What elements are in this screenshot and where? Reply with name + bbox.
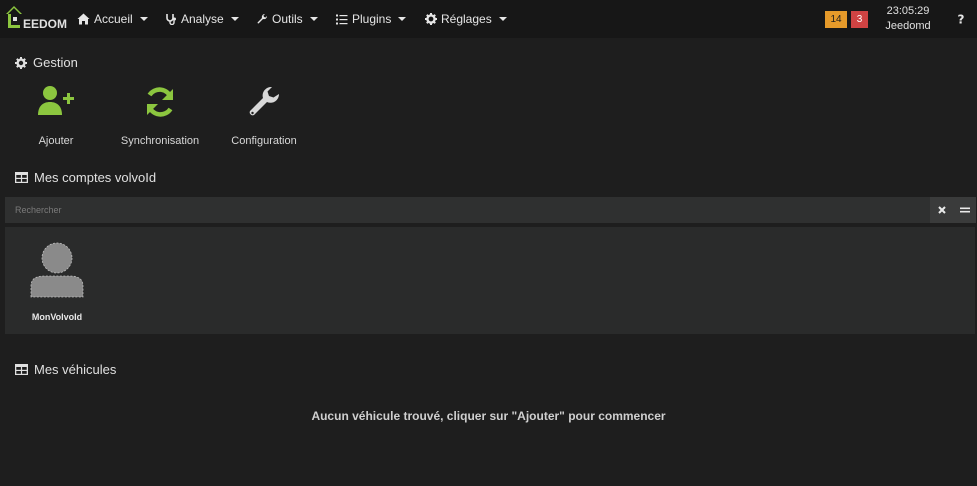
svg-text:?: ? [958,13,965,27]
table-icon [15,364,28,375]
clock-hostname: 23:05:29 Jeedomd [879,4,937,34]
sync-button-label: Synchronisation [120,135,200,147]
gestion-title-text: Gestion [33,55,78,70]
help-icon[interactable]: ? [954,12,968,27]
accounts-container: MonVolvoId [5,227,975,334]
chevron-down-icon [398,17,407,21]
display-mode-button[interactable] [953,197,976,223]
menu-plugins[interactable]: Plugins [336,11,407,27]
user-avatar-icon [30,242,84,298]
sync-button[interactable]: Synchronisation [117,84,203,147]
clock-time: 23:05:29 [886,5,930,17]
empty-vehicles-message: Aucun véhicule trouvé, cliquer sur "Ajou… [311,409,666,423]
table-icon [15,172,28,183]
gestion-title: Gestion [15,55,78,70]
wrench-icon [249,86,280,116]
chevron-down-icon [139,17,148,21]
menu-plugins-label: Plugins [352,12,392,26]
hostname: Jeedomd [885,20,931,32]
add-button-label: Ajouter [38,135,74,147]
vehicles-title-text: Mes véhicules [34,362,117,377]
home-icon [77,13,90,25]
menu-reglages-label: Réglages [441,12,492,26]
account-card[interactable]: MonVolvoId [17,242,97,322]
sync-icon [146,87,174,117]
menu-analyse-label: Analyse [181,12,224,26]
configuration-button[interactable]: Configuration [228,84,300,147]
jeedom-logo[interactable]: EEDOM [5,4,68,34]
stethoscope-icon [166,14,176,25]
messages-badge[interactable]: 14 [825,11,847,28]
chevron-down-icon [230,17,239,21]
alerts-badge[interactable]: 3 [851,11,868,28]
cog-icon [425,13,437,25]
search-bar [5,197,930,223]
chevron-down-icon [498,17,507,21]
menu-analyse[interactable]: Analyse [165,11,239,27]
accounts-title-text: Mes comptes volvoId [34,170,157,185]
account-name: MonVolvoId [31,312,83,322]
wrench-icon [257,13,268,24]
menu-accueil-label: Accueil [94,12,133,26]
chevron-down-icon [309,17,318,21]
top-navbar: EEDOM Accueil Analyse Outils Plugins Rég… [0,0,977,38]
list-icon [336,14,348,24]
bars-icon [959,207,970,213]
menu-outils[interactable]: Outils [256,11,318,27]
vehicles-title: Mes véhicules [15,362,116,377]
house-logo-icon [6,6,22,28]
menu-accueil[interactable]: Accueil [77,11,148,27]
menu-reglages[interactable]: Réglages [425,11,507,27]
user-plus-icon [38,86,74,115]
configuration-button-label: Configuration [231,135,297,147]
accounts-title: Mes comptes volvoId [15,170,156,185]
cog-icon [15,56,27,69]
logo-text: EEDOM [23,17,68,31]
search-input[interactable] [5,197,930,223]
add-button[interactable]: Ajouter [26,84,86,147]
clear-search-button[interactable] [930,197,953,223]
close-icon [937,206,946,214]
menu-outils-label: Outils [272,12,303,26]
